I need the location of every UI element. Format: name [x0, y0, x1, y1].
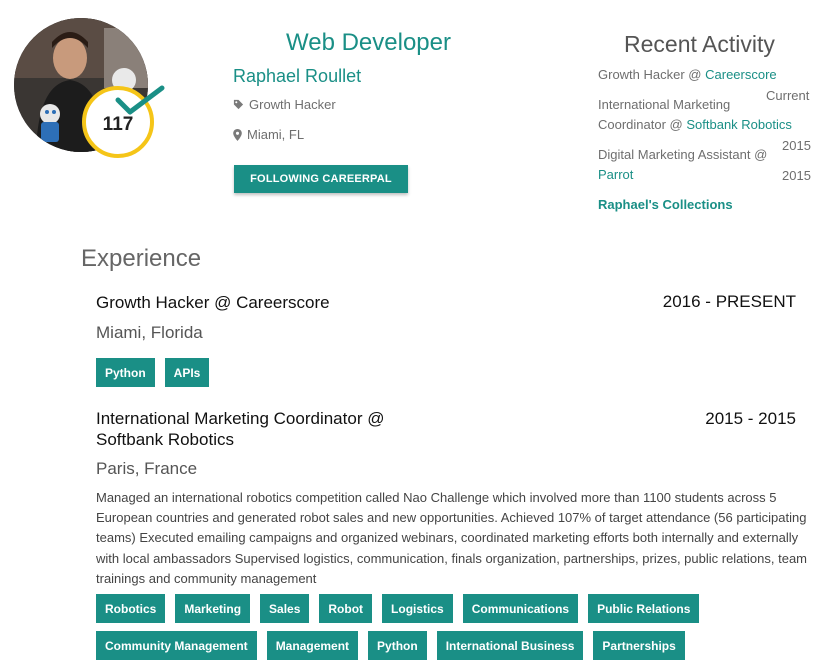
job-title-line: International Marketing Coordinator @: [96, 409, 385, 428]
job-title-line: Softbank Robotics: [96, 430, 234, 449]
job-skills: Robotics Marketing Sales Robot Logistics…: [96, 594, 796, 660]
skill-chip[interactable]: Marketing: [175, 594, 251, 623]
collections-link[interactable]: Raphael's Collections: [598, 197, 733, 212]
skill-chip[interactable]: Sales: [260, 594, 310, 623]
recent-activity-company-link[interactable]: Softbank Robotics: [686, 117, 792, 132]
job-location: Paris, France: [96, 459, 198, 478]
skill-chip[interactable]: International Business: [436, 631, 584, 660]
skill-chip[interactable]: Python: [96, 358, 155, 387]
recent-activity-role: International Marketing: [598, 97, 731, 112]
profile-name[interactable]: Raphael Roullet: [233, 66, 361, 87]
recent-activity-item: International Marketing Coordinator @ So…: [598, 95, 792, 135]
recent-activity-company-link[interactable]: Parrot: [598, 167, 633, 182]
recent-activity-item: Digital Marketing Assistant @ Parrot: [598, 145, 767, 185]
skill-chip[interactable]: Logistics: [382, 594, 453, 623]
map-marker-icon: [233, 128, 242, 141]
recent-activity-date: 2015: [782, 138, 811, 153]
profile-location: Miami, FL: [233, 127, 304, 142]
skill-chip[interactable]: Public Relations: [588, 594, 700, 623]
recent-activity-company-link[interactable]: Careerscore: [705, 67, 777, 82]
profile-tag-label: Growth Hacker: [249, 97, 336, 112]
job-dates: 2015 - 2015: [705, 409, 796, 428]
job-location: Miami, Florida: [96, 323, 203, 342]
profile-location-label: Miami, FL: [247, 127, 305, 142]
job-title: International Marketing Coordinator @ So…: [96, 408, 384, 450]
skill-chip[interactable]: Robotics: [96, 594, 166, 623]
follow-button[interactable]: FOLLOWING CAREERPAL: [234, 165, 408, 193]
recent-activity-title: Recent Activity: [624, 31, 775, 57]
skill-chip[interactable]: Community Management: [96, 631, 257, 660]
profile-tag: Growth Hacker: [233, 97, 336, 112]
recent-activity-role: Coordinator @: [598, 117, 687, 132]
profile-avatar-block: 117: [14, 18, 165, 160]
experience-title: Experience: [81, 245, 202, 272]
profile-headline: Web Developer: [286, 29, 451, 56]
job-skills: Python APIs: [96, 358, 210, 387]
recent-activity-item: Growth Hacker @ Careerscore: [598, 65, 777, 85]
recent-activity-role: Digital Marketing Assistant @: [598, 147, 768, 162]
job-dates: 2016 - PRESENT: [662, 292, 796, 311]
check-icon: [115, 85, 165, 115]
job-description: Managed an international robotics compet…: [96, 490, 808, 586]
skill-chip[interactable]: Management: [266, 631, 359, 660]
skill-chip[interactable]: Python: [368, 631, 427, 660]
recent-activity-date: 2015: [782, 168, 811, 183]
skill-chip[interactable]: APIs: [164, 358, 210, 387]
job-title: Growth Hacker @ Careerscore: [96, 293, 330, 312]
tag-icon: [233, 99, 244, 110]
skill-chip[interactable]: Communications: [462, 594, 579, 623]
skill-chip[interactable]: Robot: [319, 594, 373, 623]
recent-activity-role: Growth Hacker @: [598, 67, 706, 82]
skill-chip[interactable]: Partnerships: [593, 631, 685, 660]
